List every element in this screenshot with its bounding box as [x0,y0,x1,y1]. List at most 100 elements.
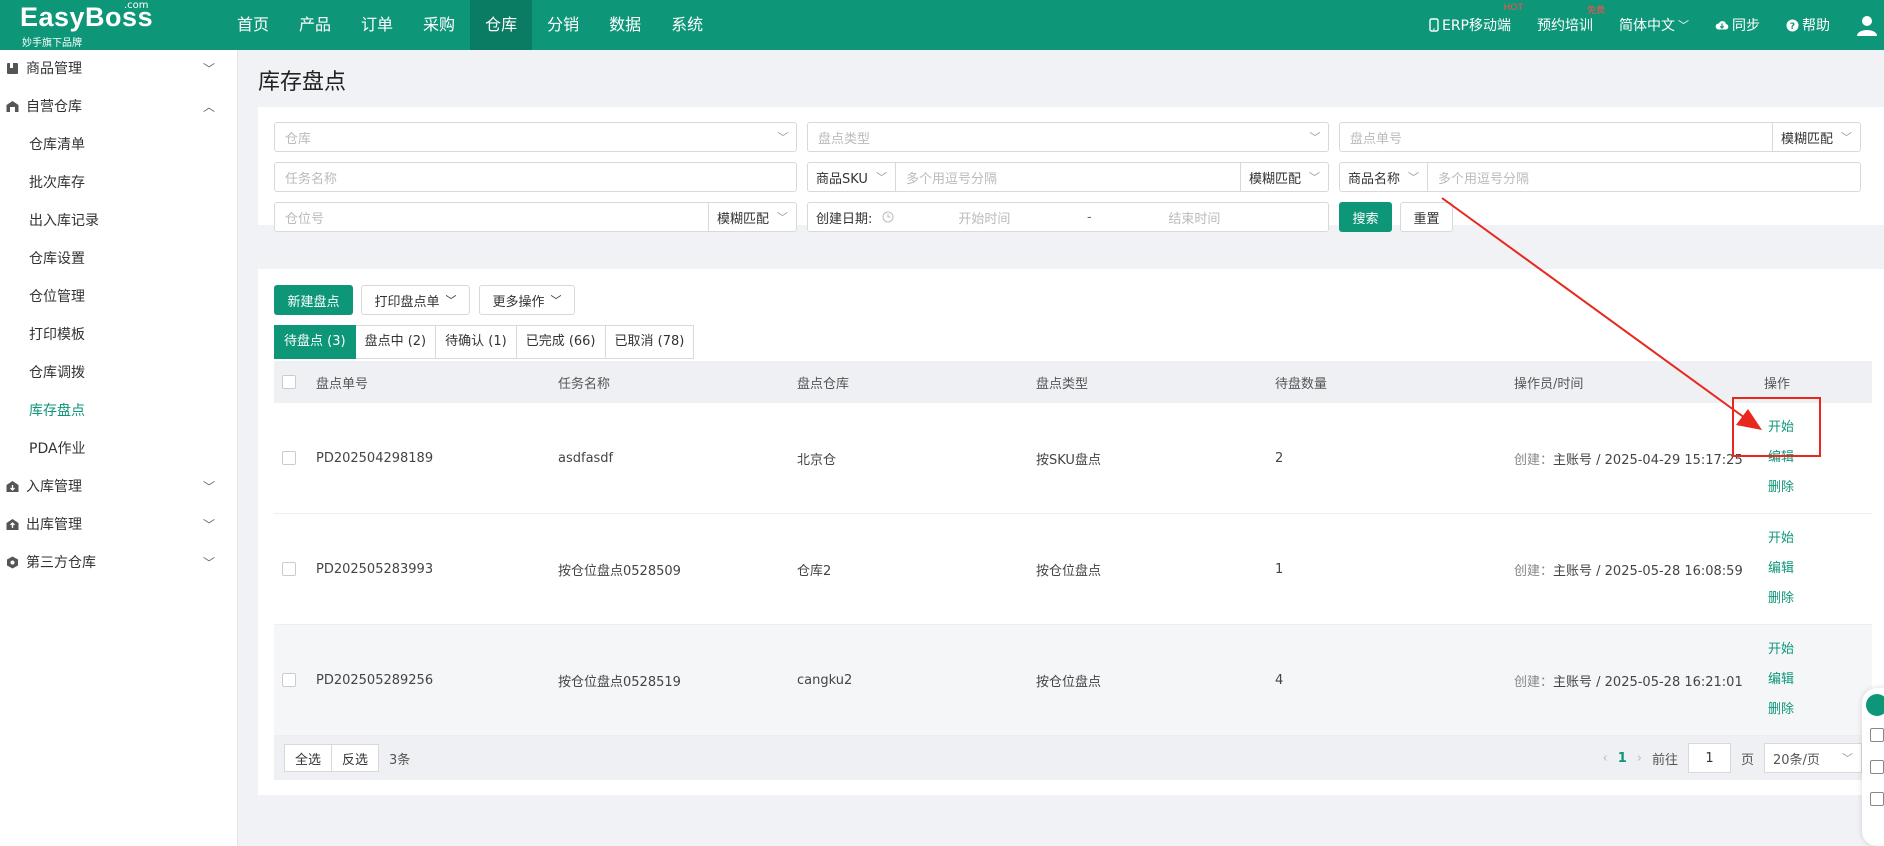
edit-button[interactable]: 编辑 [1768,560,1794,578]
sidebar-item-batch-stock[interactable]: 批次库存 [0,164,237,202]
new-stocktaking-button[interactable]: 新建盘点 [274,285,353,315]
sku-input[interactable]: 多个用逗号分隔 [896,168,1240,187]
nav-purchase[interactable]: 采购 [408,0,470,50]
sidebar-item-stocktaking[interactable]: 库存盘点 [0,392,237,430]
more-actions-button[interactable]: 更多操作 ﹀ [479,285,575,315]
sku-type-select[interactable]: 商品SKU ﹀ [808,163,896,191]
print-sheet-button[interactable]: 打印盘点单 ﹀ [361,285,470,315]
page-size-label: 20条/页 [1773,752,1820,768]
goto-label: 前往 [1651,752,1678,768]
language-label: 简体中文 [1619,18,1675,34]
sidebar-item-pda-jobs[interactable]: PDA作业 [0,430,237,468]
prev-page-icon[interactable]: ‹ [1603,751,1608,766]
match-mode-select[interactable]: 模糊匹配 ﹀ [1771,123,1860,151]
product-name-field[interactable]: 商品名称 ﹀ 多个用逗号分隔 [1339,162,1861,192]
order-no-field[interactable]: 盘点单号 模糊匹配 ﹀ [1339,122,1861,152]
search-button[interactable]: 搜索 [1339,202,1392,232]
sidebar-group-outbound[interactable]: 出库管理 ﹀ [0,506,237,544]
table-header: 盘点单号 任务名称 盘点仓库 盘点类型 待盘数量 操作员/时间 操作 [274,361,1872,403]
goto-page-input[interactable]: 1 [1687,743,1731,773]
reset-button[interactable]: 重置 [1400,202,1453,232]
start-button[interactable]: 开始 [1768,641,1794,659]
sidebar-item-warehouse-transfer[interactable]: 仓库调拨 [0,354,237,392]
sidebar-item-warehouse-settings[interactable]: 仓库设置 [0,240,237,278]
sidebar-group-inbound[interactable]: 入库管理 ﹀ [0,468,237,506]
task-name-input[interactable]: 任务名称 [274,162,797,192]
nav-product[interactable]: 产品 [284,0,346,50]
nav-data[interactable]: 数据 [594,0,656,50]
product-name-select[interactable]: 商品名称 ﹀ [1340,163,1429,191]
tab-completed[interactable]: 已完成 (66) [516,325,606,359]
delete-button[interactable]: 删除 [1768,701,1794,719]
sync-button[interactable]: 同步 [1715,15,1760,35]
support-avatar-icon[interactable] [1866,694,1884,716]
select-all-checkbox[interactable] [282,375,296,389]
start-date-input[interactable]: 开始时间 [894,208,1074,227]
location-input[interactable]: 仓位号 [275,208,708,227]
sidebar-group-own-warehouse[interactable]: 自营仓库 ︿ [0,88,237,126]
tab-cancelled[interactable]: 已取消 (78) [605,325,695,359]
location-match-mode-select[interactable]: 模糊匹配 ﹀ [707,203,796,231]
sku-match-mode-select[interactable]: 模糊匹配 ﹀ [1239,163,1328,191]
next-page-icon[interactable]: › [1637,751,1642,766]
nav-distribution[interactable]: 分销 [532,0,594,50]
row-actions: 开始 编辑 删除 [1768,514,1794,624]
product-name-label: 商品名称 [1348,171,1401,187]
operator-value: 主账号 / 2025-05-28 16:21:01 [1553,674,1743,690]
page-size-select[interactable]: 20条/页 ﹀ [1764,743,1862,773]
created-date-range[interactable]: 创建日期: 开始时间 - 结束时间 [807,202,1329,232]
product-icon [7,63,18,74]
training-link[interactable]: 预约培训 免费 [1537,6,1605,35]
sidebar-item-location-management[interactable]: 仓位管理 [0,278,237,316]
page-number[interactable]: 1 [1618,751,1627,766]
select-all-button[interactable]: 全选 [284,744,333,772]
sidebar-group-label: 自营仓库 [26,99,82,115]
user-avatar-button[interactable] [1856,14,1878,36]
erp-mobile-link[interactable]: ERP移动端 HOT [1429,3,1523,35]
end-date-input[interactable]: 结束时间 [1104,208,1284,227]
order-no-input[interactable]: 盘点单号 [1340,128,1772,147]
help-link[interactable]: ? 帮助 [1786,15,1830,35]
location-field[interactable]: 仓位号 模糊匹配 ﹀ [274,202,797,232]
tab-pending[interactable]: 待盘点 (3) [274,325,356,359]
chevron-down-icon: ﹀ [1309,171,1320,184]
row-checkbox[interactable] [282,562,296,576]
sync-label: 同步 [1732,18,1760,34]
chat-icon[interactable] [1870,760,1884,774]
floating-service-widget[interactable] [1862,688,1884,846]
stocktaking-type-select[interactable]: 盘点类型 ﹀ [807,122,1329,152]
link-icon[interactable] [1870,792,1884,806]
header-warehouse: 盘点仓库 [797,376,850,392]
nav-home[interactable]: 首页 [222,0,284,50]
match-mode-label: 模糊匹配 [1248,171,1301,187]
row-checkbox[interactable] [282,673,296,687]
edit-button[interactable]: 编辑 [1768,671,1794,689]
sidebar-group-third-party[interactable]: 第三方仓库 ﹀ [0,544,237,582]
language-select[interactable]: 简体中文 ﹀ [1619,15,1689,35]
pending-qty-cell: 4 [1275,672,1284,688]
task-name-cell: 按仓位盘点0528509 [558,563,681,579]
start-button[interactable]: 开始 [1768,530,1794,548]
sidebar-item-print-templates[interactable]: 打印模板 [0,316,237,354]
tab-in-progress[interactable]: 盘点中 (2) [355,325,437,359]
product-name-input[interactable]: 多个用逗号分隔 [1428,168,1860,187]
header-pending-qty: 待盘数量 [1275,376,1328,392]
sidebar-group-products[interactable]: 商品管理 ﹀ [0,50,237,88]
delete-button[interactable]: 删除 [1768,479,1794,497]
easyboss-logo[interactable]: EasyBoss .com 妙手旗下品牌 [20,0,170,50]
invert-selection-button[interactable]: 反选 [331,744,380,772]
table-row: PD202504298189 asdfasdf 北京仓 按SKU盘点 2 创建：… [274,403,1872,514]
nav-system[interactable]: 系统 [656,0,718,50]
nav-order[interactable]: 订单 [346,0,408,50]
sidebar-item-in-out-records[interactable]: 出入库记录 [0,202,237,240]
warehouse-select[interactable]: 仓库 ﹀ [274,122,797,152]
row-checkbox[interactable] [282,451,296,465]
nav-warehouse[interactable]: 仓库 [470,0,533,50]
help-doc-icon[interactable] [1870,728,1884,742]
chevron-down-icon: ﹀ [445,294,457,307]
delete-button[interactable]: 删除 [1768,590,1794,608]
tab-to-confirm[interactable]: 待确认 (1) [436,325,517,359]
main-nav: 首页 产品 订单 采购 仓库 分销 数据 系统 [222,0,718,50]
sku-field[interactable]: 商品SKU ﹀ 多个用逗号分隔 模糊匹配 ﹀ [807,162,1329,192]
sidebar-item-warehouse-list[interactable]: 仓库清单 [0,126,237,164]
